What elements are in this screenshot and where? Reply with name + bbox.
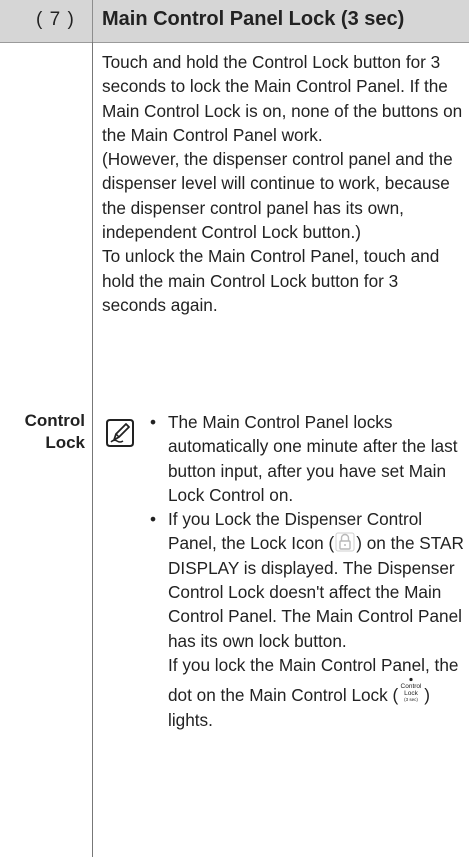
- note-pencil-icon: [106, 419, 134, 447]
- description: Touch and hold the Control Lock button f…: [102, 50, 464, 317]
- description-paragraph: Touch and hold the Control Lock button f…: [102, 52, 463, 145]
- row-label-line: Control: [24, 411, 85, 430]
- control-lock-label: Lock: [404, 690, 418, 697]
- section-title: Main Control Panel Lock (3 sec): [102, 8, 405, 30]
- section-header: ( 7 ) Main Control Panel Lock (3 sec): [0, 0, 469, 43]
- row-label: Control Lock: [0, 410, 85, 454]
- section-number: ( 7 ): [36, 9, 75, 30]
- control-lock-button-icon: ControlLock(3 sec): [401, 678, 423, 702]
- note-bullets: The Main Control Panel locks automatical…: [150, 410, 464, 732]
- column-divider: [92, 42, 93, 857]
- note-bullet: If you Lock the Dispenser Control Panel,…: [150, 507, 464, 732]
- row-label-line: Lock: [45, 433, 85, 452]
- note-bullet: The Main Control Panel locks automatical…: [150, 410, 464, 507]
- padlock-icon: [335, 532, 355, 552]
- header-divider: [92, 0, 93, 42]
- control-lock-label: (3 sec): [404, 697, 418, 702]
- control-lock-label: Control: [401, 683, 423, 690]
- manual-page: ( 7 ) Main Control Panel Lock (3 sec) To…: [0, 0, 469, 857]
- description-paragraph: (However, the dispenser control panel an…: [102, 149, 453, 243]
- description-paragraph: To unlock the Main Control Panel, touch …: [102, 246, 440, 315]
